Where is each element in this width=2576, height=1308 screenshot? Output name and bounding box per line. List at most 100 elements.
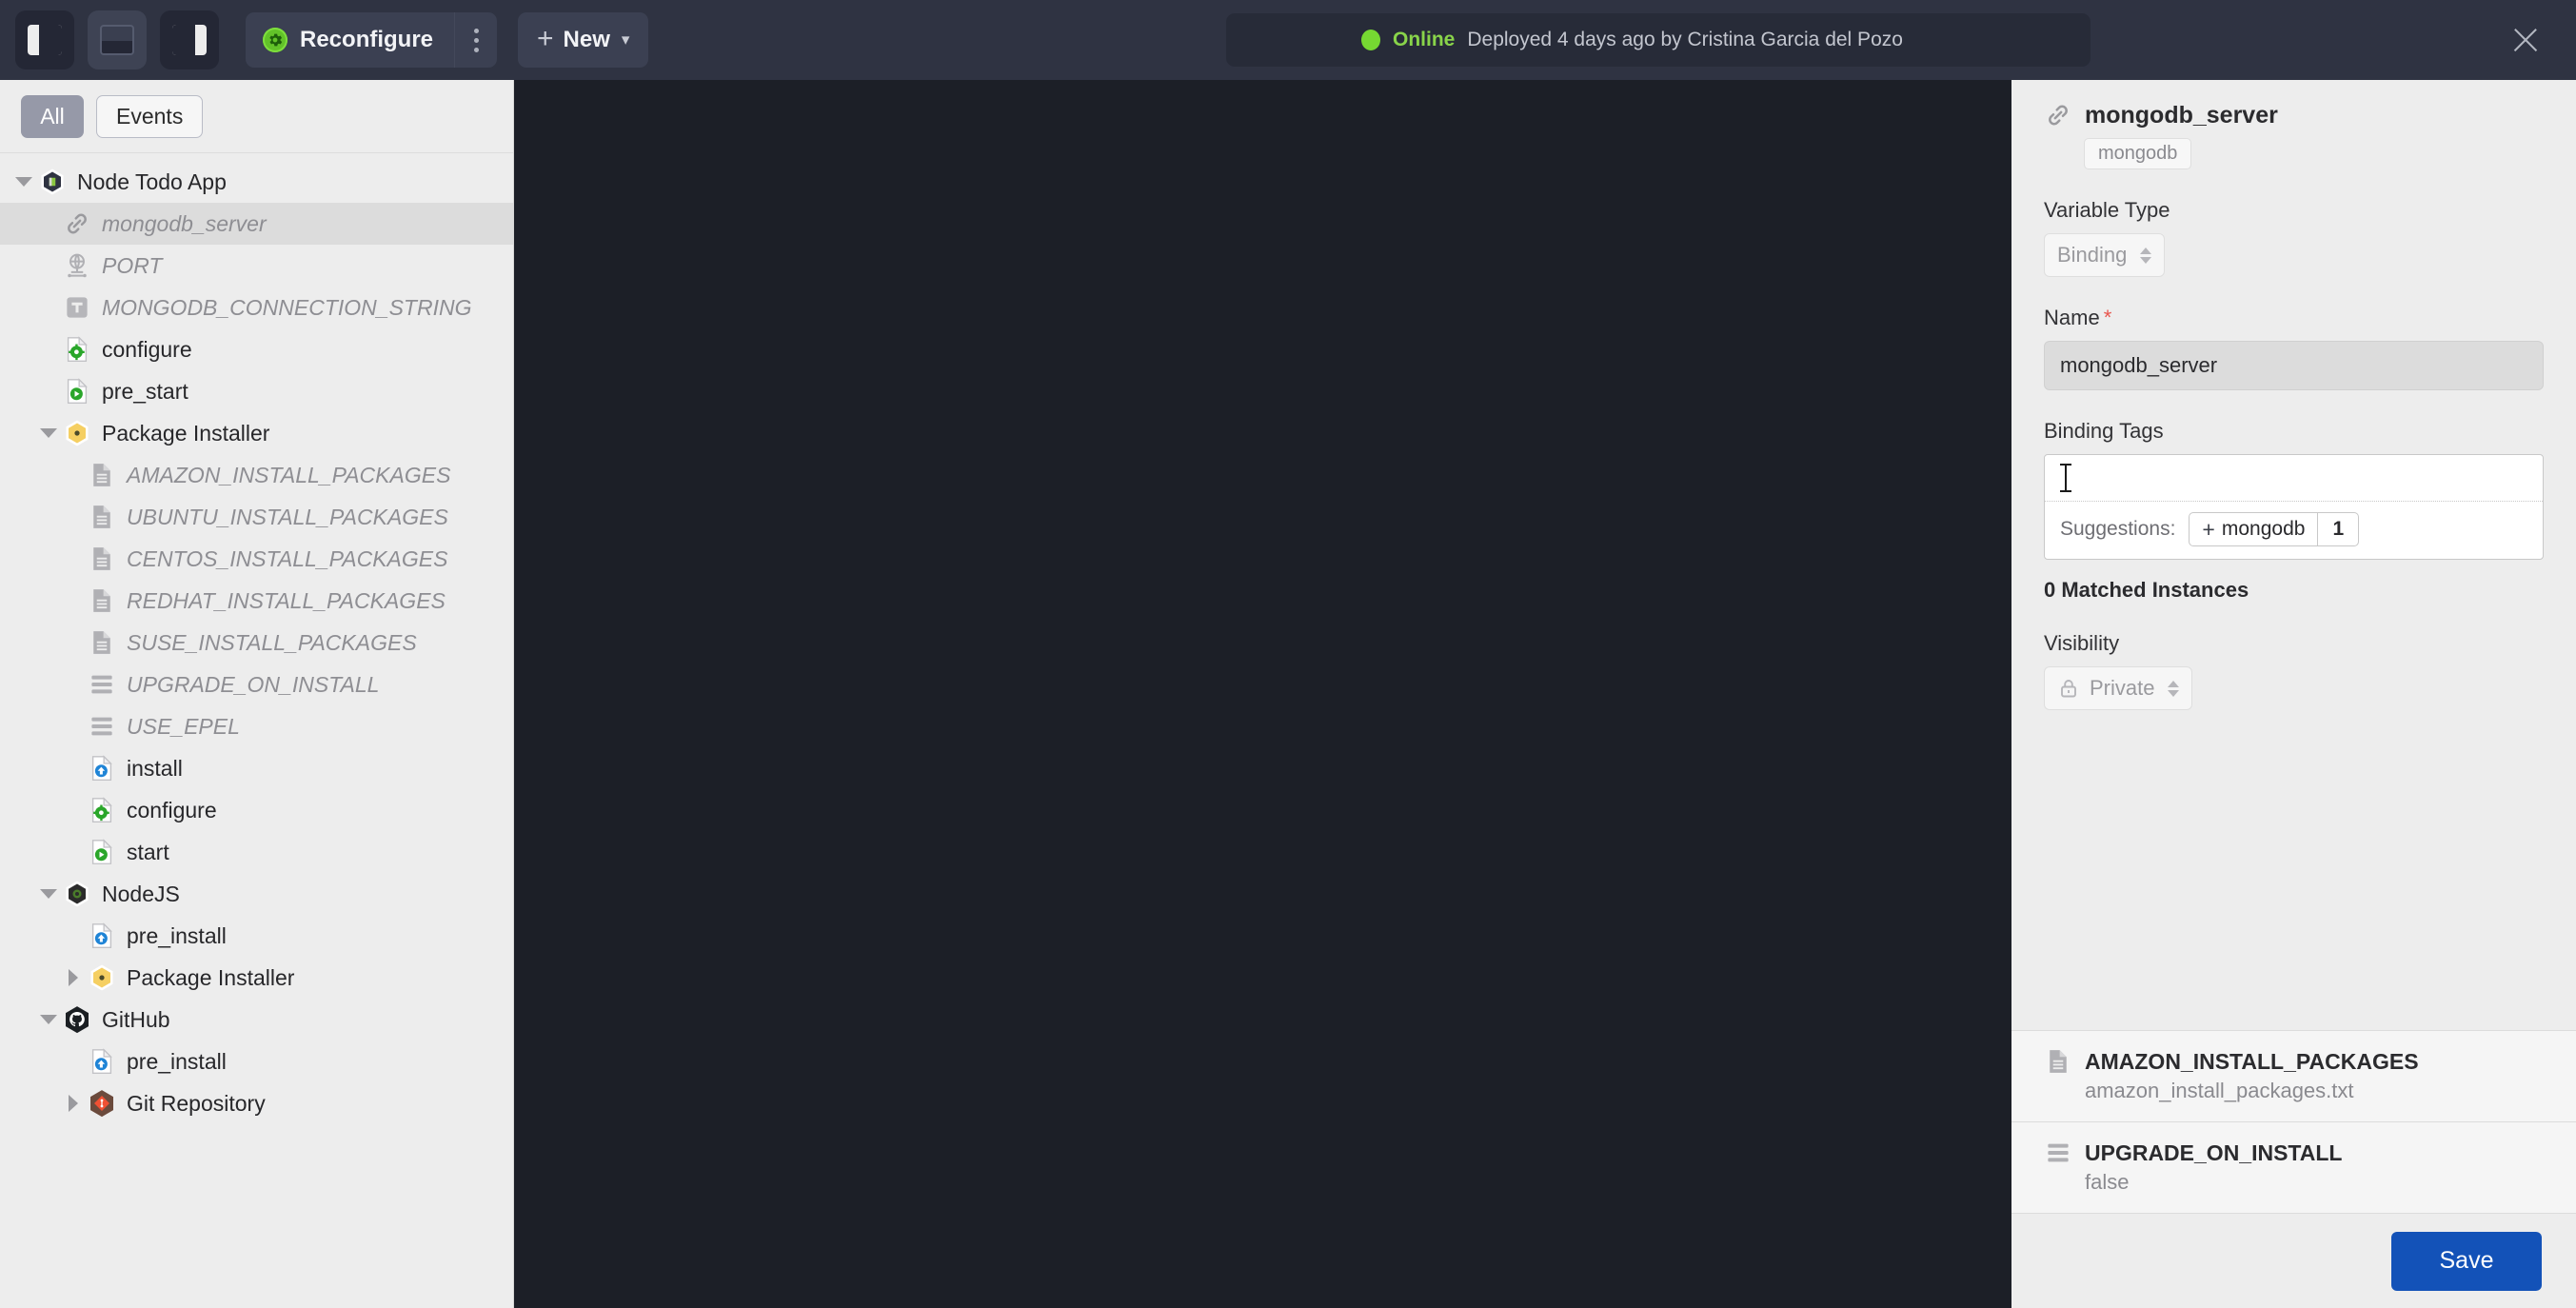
- tree-item-label: mongodb_server: [102, 210, 267, 236]
- left-sidebar: All Events Node Todo App mongodb_server PO…: [0, 80, 514, 1308]
- tree-item[interactable]: GitHub: [0, 999, 513, 1040]
- tree-item-label: PORT: [102, 252, 163, 278]
- app-hex-icon: [38, 168, 67, 196]
- file-text-icon: [88, 545, 116, 573]
- diagram-canvas[interactable]: [514, 80, 2011, 1308]
- more-options-button[interactable]: [455, 12, 497, 68]
- new-button[interactable]: + New ▾: [518, 12, 649, 68]
- tree-item[interactable]: Package Installer: [0, 412, 513, 454]
- tree-item-label: GitHub: [102, 1006, 170, 1032]
- list-item[interactable]: UPGRADE_ON_INSTALL false: [2011, 1121, 2576, 1213]
- detail-panel-footer: Save: [2011, 1213, 2576, 1308]
- suggestion-chip-count: 1: [2317, 513, 2358, 545]
- variable-type-label: Variable Type: [2044, 198, 2170, 222]
- detail-panel: mongodb_server mongodb Variable Type Bin…: [2011, 80, 2576, 1308]
- chevron-down-icon[interactable]: [38, 883, 59, 904]
- chevron-down-icon[interactable]: [38, 1009, 59, 1030]
- kebab-dot: [473, 28, 479, 33]
- tree-item[interactable]: Git Repository: [0, 1082, 513, 1124]
- tree-item-label: start: [127, 839, 169, 864]
- tree-item-label: AMAZON_INSTALL_PACKAGES: [127, 462, 451, 487]
- tree-item[interactable]: Package Installer: [0, 957, 513, 999]
- chevron-right-icon[interactable]: [63, 1093, 84, 1114]
- tree-item[interactable]: configure: [0, 789, 513, 831]
- chevron-updown-icon: [2140, 247, 2152, 264]
- plus-icon: +: [537, 22, 554, 54]
- visibility-select[interactable]: Private: [2044, 666, 2193, 710]
- chevron-right-icon[interactable]: [63, 967, 84, 988]
- file-text-icon: [88, 461, 116, 489]
- reconfigure-button[interactable]: Reconfigure: [246, 12, 454, 68]
- suggestions-label: Suggestions:: [2060, 518, 2176, 540]
- filter-tab-all[interactable]: All: [21, 94, 84, 138]
- filter-tab-events[interactable]: Events: [96, 94, 204, 138]
- tree-item-label: pre_start: [102, 378, 188, 404]
- tree-item[interactable]: USE_EPEL: [0, 705, 513, 747]
- filter-toolbar: All Events: [0, 80, 513, 153]
- related-items-list: AMAZON_INSTALL_PACKAGES amazon_install_pa…: [2011, 1030, 2576, 1213]
- required-asterisk: *: [2103, 306, 2112, 329]
- chevron-down-icon[interactable]: [38, 423, 59, 444]
- list-lines-icon: [2044, 1139, 2072, 1167]
- list-item-header: AMAZON_INSTALL_PACKAGES: [2044, 1047, 2544, 1076]
- tree-item[interactable]: pre_install: [0, 1040, 513, 1082]
- tree-item[interactable]: AMAZON_INSTALL_PACKAGES: [0, 454, 513, 496]
- link-icon: [2044, 101, 2072, 129]
- tree-item-label: REDHAT_INSTALL_PACKAGES: [127, 587, 446, 613]
- script-play-icon: [63, 377, 91, 406]
- tree-item[interactable]: configure: [0, 328, 513, 370]
- name-input[interactable]: mongodb_server: [2044, 341, 2544, 390]
- tree-item[interactable]: install: [0, 747, 513, 789]
- toggle-left-panel-button[interactable]: [15, 10, 74, 69]
- tree-item[interactable]: CENTOS_INSTALL_PACKAGES: [0, 538, 513, 580]
- git-hex-icon: [88, 1089, 116, 1118]
- reconfigure-label: Reconfigure: [300, 27, 434, 52]
- file-text-icon: [88, 586, 116, 615]
- script-install-icon: [88, 1047, 116, 1076]
- reconfigure-group: Reconfigure: [246, 12, 498, 68]
- visibility-label: Visibility: [2044, 631, 2120, 655]
- tree-item-label: UBUNTU_INSTALL_PACKAGES: [127, 504, 448, 529]
- tree-item-label: SUSE_INSTALL_PACKAGES: [127, 629, 417, 655]
- toggle-right-panel-button[interactable]: [160, 10, 219, 69]
- binding-tags-input[interactable]: [2045, 455, 2543, 501]
- matched-instances-count: 0 Matched Instances: [2044, 578, 2249, 602]
- status-badge: Online: [1393, 29, 1456, 50]
- script-play-icon: [88, 838, 116, 866]
- tree-item[interactable]: MONGODB_CONNECTION_STRING: [0, 287, 513, 328]
- script-gear-icon: [63, 335, 91, 364]
- tree-item[interactable]: pre_install: [0, 915, 513, 957]
- suggestion-chip-mongodb[interactable]: + mongodb 1: [2189, 512, 2360, 546]
- chevron-down-icon[interactable]: [13, 171, 34, 192]
- suggestion-chip-name: + mongodb: [2190, 513, 2317, 545]
- panel-toggle-group: [15, 10, 219, 69]
- variable-type-value: Binding: [2057, 243, 2128, 267]
- binding-tags-field: Suggestions: + mongodb 1: [2044, 454, 2544, 560]
- toggle-bottom-panel-button[interactable]: [88, 10, 147, 69]
- tree-item[interactable]: SUSE_INSTALL_PACKAGES: [0, 622, 513, 664]
- tree-item[interactable]: start: [0, 831, 513, 873]
- tree-item[interactable]: REDHAT_INSTALL_PACKAGES: [0, 580, 513, 622]
- tree-item[interactable]: mongodb_server: [0, 203, 513, 245]
- top-toolbar: Reconfigure + New ▾ Online Deployed 4 da…: [0, 0, 2576, 80]
- save-button[interactable]: Save: [2391, 1231, 2542, 1291]
- variable-type-select[interactable]: Binding: [2044, 233, 2166, 277]
- tree-item[interactable]: Node Todo App: [0, 161, 513, 203]
- list-item-value: false: [2085, 1170, 2130, 1194]
- tree-item[interactable]: UBUNTU_INSTALL_PACKAGES: [0, 496, 513, 538]
- tree-item-label: Package Installer: [127, 964, 295, 990]
- close-icon[interactable]: [2509, 24, 2542, 56]
- tree-item[interactable]: NodeJS: [0, 873, 513, 915]
- tree-item[interactable]: PORT: [0, 245, 513, 287]
- tree-item[interactable]: UPGRADE_ON_INSTALL: [0, 664, 513, 705]
- package-hex-icon: [88, 963, 116, 992]
- component-tree: Node Todo App mongodb_server PORT MONGODB_C…: [0, 153, 513, 1124]
- kebab-dot: [473, 47, 479, 52]
- script-gear-icon: [88, 796, 116, 824]
- tree-item[interactable]: pre_start: [0, 370, 513, 412]
- list-item[interactable]: AMAZON_INSTALL_PACKAGES amazon_install_pa…: [2011, 1030, 2576, 1121]
